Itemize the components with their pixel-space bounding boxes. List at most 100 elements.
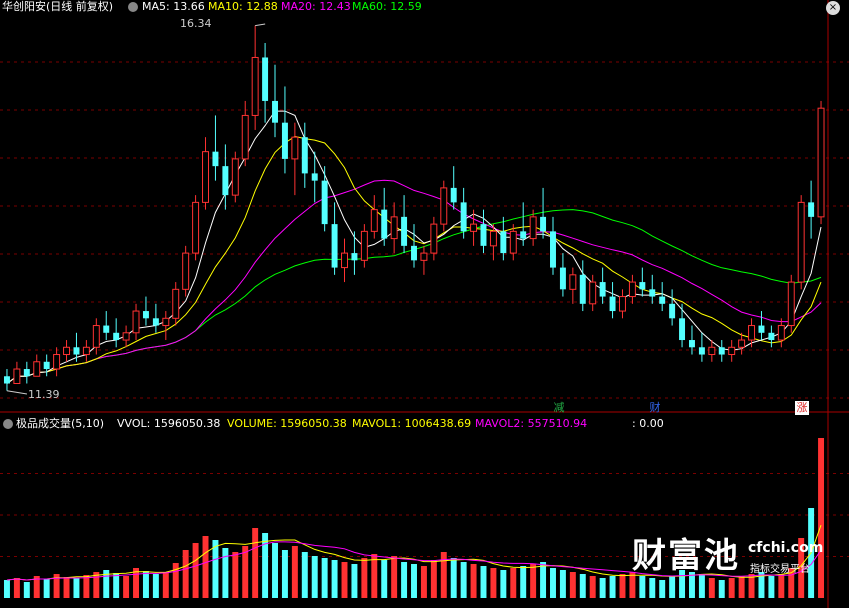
volume-bar [212, 540, 219, 598]
ma10-label: MA10: 12.88 [208, 0, 278, 13]
candle-body-down [411, 245, 417, 261]
volume-bar [430, 560, 437, 598]
candle-body-down [550, 231, 556, 268]
volume-bar [619, 574, 626, 598]
candle-body-down [401, 216, 408, 246]
volume-bar [281, 550, 288, 598]
extra-label: : 0.00 [632, 417, 664, 430]
candle-body-down [281, 122, 288, 159]
high-price-label: 16.34 [180, 17, 212, 30]
candle-body-up [777, 325, 785, 341]
volume-bar [113, 573, 120, 598]
volume-bar [311, 556, 318, 598]
volume-bar [83, 575, 90, 598]
candle-body-down [688, 340, 695, 348]
indicator-dropdown-icon[interactable] [3, 419, 13, 429]
candle-body-down [559, 267, 566, 290]
mavol2-label: MAVOL2: 557510.94 [475, 417, 588, 430]
candle-body-down [480, 224, 487, 246]
candle-body-up [231, 158, 239, 196]
volume-bar [351, 564, 358, 598]
volume-bar [550, 568, 556, 598]
volume-bar [361, 558, 368, 598]
volume-bar [420, 566, 427, 598]
volume-bar [411, 564, 417, 598]
volume-bar [262, 533, 269, 598]
tag-rise[interactable]: 涨 [795, 401, 809, 415]
tag-reduce[interactable]: 减 [552, 401, 566, 415]
candle-body-down [113, 332, 120, 341]
volume-bar [321, 558, 328, 598]
candle-body-up [82, 346, 90, 356]
candle-body-up [619, 296, 626, 312]
chart-canvas[interactable] [0, 0, 849, 608]
candle-body-down [351, 253, 358, 261]
candle-body-down [659, 296, 666, 304]
candlesticks [3, 25, 825, 391]
candle-body-up [360, 230, 368, 261]
candle-body-down [103, 325, 110, 333]
candle-body-up [569, 274, 577, 290]
volume-bar [172, 563, 179, 598]
volume-bar [569, 572, 576, 598]
candle-body-up [13, 368, 21, 385]
volume-bar [530, 564, 537, 598]
candle-body-up [797, 201, 805, 283]
candle-body-up [509, 230, 517, 254]
candle-body-down [222, 166, 229, 196]
volume-bar [371, 554, 378, 598]
candle-body-down [142, 311, 149, 319]
volume-bar [341, 562, 348, 598]
candle-body-up [728, 346, 736, 356]
candle-body-up [192, 201, 200, 254]
candle-body-up [33, 361, 41, 377]
candle-body-down [599, 282, 606, 297]
candle-body-up [748, 325, 756, 341]
candle-body-down [609, 296, 616, 312]
candle-body-down [718, 347, 725, 355]
volume-bar [520, 566, 527, 598]
volume-bar [63, 577, 70, 598]
candle-body-down [649, 289, 656, 297]
candle-body-up [420, 252, 428, 261]
candle-body-up [589, 281, 597, 305]
candle-body-down [500, 231, 507, 254]
candle-body-down [311, 173, 318, 181]
volume-bar [450, 558, 457, 598]
mavol1-label: MAVOL1: 1006438.69 [352, 417, 472, 430]
candle-body-down [331, 224, 338, 268]
candle-body-up [63, 346, 71, 356]
candle-body-down [212, 151, 219, 167]
volume-bar [162, 572, 169, 598]
volume-bar [540, 562, 547, 598]
volume-bar [331, 560, 338, 598]
candle-body-down [679, 318, 686, 341]
candle-body-down [301, 137, 308, 174]
candle-body-down [43, 361, 50, 370]
candle-body-down [272, 100, 278, 123]
candle-body-up [53, 354, 61, 370]
chart-window: 华创阳安(日线 前复权) MA5: 13.66 MA10: 12.88 MA20… [0, 0, 849, 608]
candle-body-down [73, 347, 80, 355]
low-marker-arrow [6, 390, 28, 395]
volume-bar [3, 580, 10, 598]
candle-body-down [579, 274, 586, 304]
candle-body-up [708, 346, 716, 356]
volume-indicator-title: 极品成交量(5,10) [16, 417, 105, 430]
candle-body-down [152, 318, 159, 326]
stock-title: 华创阳安(日线 前复权) [2, 0, 114, 13]
candle-body-down [262, 57, 269, 101]
ma20-path [6, 179, 822, 384]
watermark-logo: 财富池 cfchi.com 指标交易平台 [628, 532, 823, 584]
candle-body-down [768, 332, 775, 341]
candle-body-up [529, 216, 537, 240]
dropdown-icon[interactable] [128, 2, 138, 12]
candle-body-down [520, 231, 527, 239]
candle-body-down [381, 209, 388, 239]
candle-body-up [241, 114, 249, 160]
tag-finance[interactable]: 财 [648, 401, 662, 415]
volume-bar [301, 552, 308, 598]
candle-body-up [162, 317, 170, 327]
close-icon[interactable]: × [826, 1, 840, 15]
high-marker-arrow [255, 23, 266, 27]
